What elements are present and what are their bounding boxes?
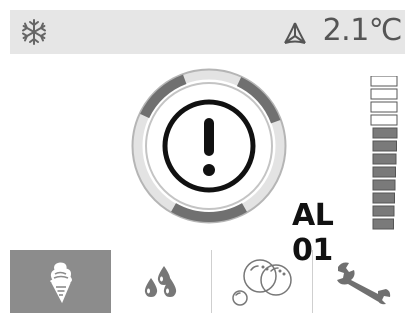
level-segment bbox=[372, 179, 396, 191]
wrench-icon bbox=[336, 262, 390, 304]
level-segment bbox=[372, 153, 397, 165]
ring-segment bbox=[140, 74, 187, 119]
level-segment bbox=[370, 114, 398, 126]
status-bar: 2.1℃ bbox=[10, 10, 405, 54]
temperature-readout: 2.1℃ bbox=[322, 13, 403, 48]
level-segment bbox=[370, 101, 398, 113]
level-segment bbox=[370, 76, 398, 87]
level-segment bbox=[372, 140, 397, 152]
tab-service[interactable] bbox=[313, 250, 414, 313]
ice-cream-cone-icon bbox=[49, 261, 72, 303]
tab-ice-cream[interactable] bbox=[10, 250, 111, 313]
tab-bubbles[interactable] bbox=[212, 250, 313, 313]
bubbles-icon bbox=[232, 258, 292, 306]
bottom-tab-bar bbox=[10, 250, 415, 313]
tab-water[interactable] bbox=[111, 250, 212, 313]
level-segment bbox=[370, 88, 398, 100]
water-drops-icon bbox=[144, 265, 177, 297]
ring-segment bbox=[236, 77, 281, 124]
alarm-ring bbox=[131, 68, 287, 224]
level-segment bbox=[372, 127, 398, 139]
level-segment bbox=[372, 166, 396, 178]
alarm-exclamation-icon bbox=[162, 99, 256, 193]
fan-icon bbox=[284, 22, 306, 44]
snowflake-icon bbox=[22, 19, 46, 45]
